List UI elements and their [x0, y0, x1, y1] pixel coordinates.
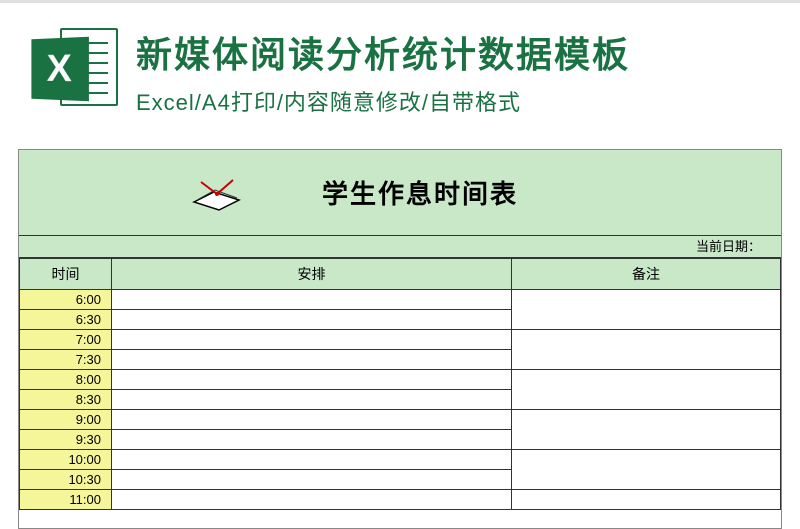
- time-cell: 8:00: [20, 369, 112, 389]
- time-cell: 9:00: [20, 409, 112, 429]
- remark-cell: [512, 409, 781, 449]
- table-row: 6:00: [20, 289, 781, 309]
- arrangement-cell: [112, 289, 512, 309]
- current-date-label: 当前日期：: [19, 236, 781, 258]
- arrangement-cell: [112, 449, 512, 469]
- page-title: 新媒体阅读分析统计数据模板: [136, 32, 770, 79]
- remark-cell: [512, 289, 781, 329]
- book-decoration-icon: [189, 172, 245, 214]
- remark-cell: [512, 489, 781, 509]
- arrangement-cell: [112, 329, 512, 349]
- time-cell: 8:30: [20, 389, 112, 409]
- table-row: 9:00: [20, 409, 781, 429]
- table-row: 7:00: [20, 329, 781, 349]
- page-header: X 新媒体阅读分析统计数据模板 Excel/A4打印/内容随意修改/自带格式: [0, 0, 800, 137]
- time-cell: 9:30: [20, 429, 112, 449]
- remark-cell: [512, 449, 781, 489]
- table-row: 11:00: [20, 489, 781, 509]
- time-cell: 7:30: [20, 349, 112, 369]
- arrangement-cell: [112, 389, 512, 409]
- remark-cell: [512, 369, 781, 409]
- column-header-time: 时间: [20, 258, 112, 289]
- arrangement-cell: [112, 409, 512, 429]
- table-row: 10:00: [20, 449, 781, 469]
- time-cell: 7:00: [20, 329, 112, 349]
- time-cell: 6:00: [20, 289, 112, 309]
- table-row: 8:00: [20, 369, 781, 389]
- excel-icon-letter: X: [47, 47, 72, 91]
- arrangement-cell: [112, 429, 512, 449]
- column-header-arrangement: 安排: [112, 258, 512, 289]
- remark-cell: [512, 329, 781, 369]
- arrangement-cell: [112, 309, 512, 329]
- time-cell: 10:00: [20, 449, 112, 469]
- arrangement-cell: [112, 469, 512, 489]
- time-cell: 11:00: [20, 489, 112, 509]
- time-cell: 10:30: [20, 469, 112, 489]
- sheet-title: 学生作息时间表: [322, 174, 518, 211]
- column-header-remark: 备注: [512, 258, 781, 289]
- sheet-header: 学生作息时间表: [19, 150, 781, 236]
- schedule-table: 时间 安排 备注 6:00 6:30 7:00: [19, 258, 781, 510]
- arrangement-cell: [112, 349, 512, 369]
- excel-icon: X: [30, 28, 118, 116]
- arrangement-cell: [112, 369, 512, 389]
- spreadsheet-preview: 学生作息时间表 当前日期： 时间 安排 备注 6:00 6:30: [18, 149, 782, 529]
- time-cell: 6:30: [20, 309, 112, 329]
- page-subtitle: Excel/A4打印/内容随意修改/自带格式: [136, 85, 770, 117]
- arrangement-cell: [112, 489, 512, 509]
